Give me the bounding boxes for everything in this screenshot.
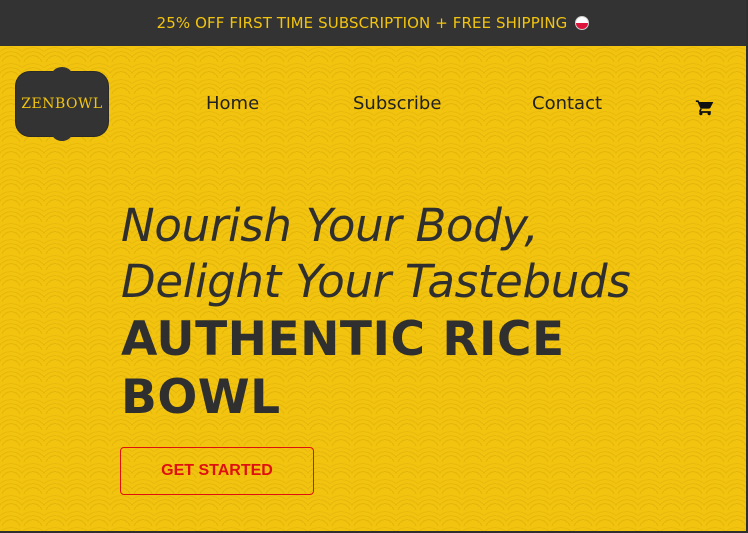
- page: 25% OFF FIRST TIME SUBSCRIPTION + FREE S…: [0, 0, 748, 533]
- get-started-button[interactable]: GET STARTED: [120, 447, 314, 495]
- headline: Nourish Your Body, Delight Your Tastebud…: [121, 198, 631, 426]
- flag-icon: [575, 16, 590, 30]
- cart-icon[interactable]: [694, 97, 716, 117]
- nav-home[interactable]: Home: [206, 93, 259, 114]
- logo-text: ZENBOWL: [21, 96, 103, 112]
- nav-contact[interactable]: Contact: [532, 93, 602, 114]
- title-line-1: AUTHENTIC RICE: [121, 312, 565, 367]
- main-nav: Home Subscribe Contact: [0, 93, 746, 117]
- tagline-line-1: Nourish Your Body,: [121, 199, 539, 252]
- title-line-2: BOWL: [121, 370, 281, 425]
- nav-subscribe[interactable]: Subscribe: [353, 93, 441, 114]
- promo-text: 25% OFF FIRST TIME SUBSCRIPTION + FREE S…: [156, 14, 568, 32]
- hero-section: ZENBOWL Home Subscribe Contact Nourish Y…: [0, 46, 746, 531]
- tagline-line-2: Delight Your Tastebuds: [121, 255, 631, 308]
- promo-bar: 25% OFF FIRST TIME SUBSCRIPTION + FREE S…: [0, 0, 746, 46]
- logo[interactable]: ZENBOWL: [16, 67, 108, 136]
